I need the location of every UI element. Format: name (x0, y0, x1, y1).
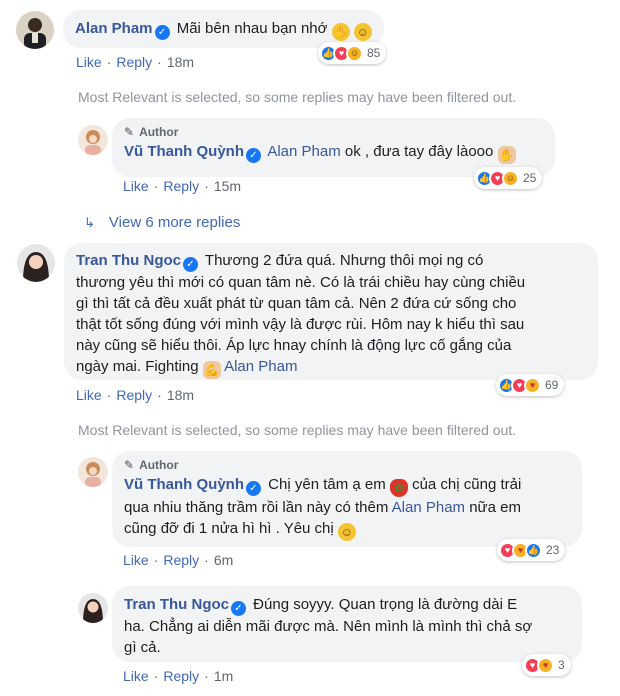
comment-text-line: gì thì tất cả đều xuất phát từ quan tâm … (76, 295, 517, 312)
view-more-replies-link[interactable]: ↳ View 6 more replies (84, 214, 240, 231)
author-badge: ✎ Author (124, 457, 570, 473)
comment-text-line: Thương 2 đứa quá. Nhưng thôi mọi ng có (204, 252, 484, 269)
filter-notice: Most Relevant is selected, so some repli… (78, 422, 517, 438)
comment-text-line: nữa em (469, 499, 521, 516)
like-link[interactable]: Like (123, 668, 149, 684)
reply-link[interactable]: Reply (163, 668, 199, 684)
comment-text-line: ngày mai. Fighting (76, 358, 199, 375)
author-badge: ✎ Author (124, 124, 543, 140)
comment-actions: Like · Reply · 18m (76, 54, 195, 70)
reaction-summary[interactable]: 👍 ♥ ♥ 69 (496, 374, 565, 396)
comment-text: Mãi bên nhau bạn nhớ (176, 20, 328, 37)
comment-text: ok , đưa tay đây làooo (344, 143, 494, 160)
mention-link[interactable]: Alan Pham (267, 143, 340, 160)
commenter-name[interactable]: Vũ Thanh Quỳnh (124, 143, 244, 160)
comment-text-line: Đúng soyyy. Quan trọng là đường dài E (253, 596, 518, 613)
comment-text-line: cũng đỡ đi 1 nửa hì hì . Yêu chị (124, 520, 334, 537)
mention-link[interactable]: Alan Pham (392, 499, 465, 516)
haha-reaction-icon: ☺ (502, 169, 519, 187)
grin-emoji-icon: ☺ (353, 23, 372, 41)
like-link[interactable]: Like (76, 387, 102, 403)
comment-text-line: gì cả. (124, 639, 161, 656)
reaction-summary[interactable]: ♥ ♥ 3 (522, 654, 571, 676)
commenter-name[interactable]: Tran Thu Ngoc (76, 252, 181, 269)
author-label: Author (139, 124, 179, 139)
author-label: Author (139, 457, 179, 472)
avatar-alan-pham[interactable] (16, 11, 54, 49)
reply-link[interactable]: Reply (116, 54, 152, 70)
reply-arrow-icon: ↳ (84, 214, 95, 230)
reaction-count: 23 (546, 543, 560, 557)
avatar-tran-thu-ngoc[interactable] (17, 244, 55, 282)
reply-actions: Like · Reply · 15m (123, 178, 242, 194)
care-reaction-icon: ♥ (524, 376, 541, 394)
reply-link[interactable]: Reply (163, 552, 199, 568)
kiss-emoji-icon: ☺ (337, 523, 356, 541)
reply-bubble: ✎ Author Vũ Thanh Quỳnh ✓ Chị yên tâm ạ em… (112, 451, 582, 547)
timestamp[interactable]: 18m (167, 387, 194, 403)
verified-check-icon: ✓ (183, 257, 198, 272)
comment-text-line: thật tốt sống đúng với mình vậy là được … (76, 316, 525, 333)
reply-bubble: Tran Thu Ngoc ✓ Đúng soyyy. Quan trọng là… (112, 586, 582, 662)
avatar-vu-thanh-quynh[interactable] (78, 125, 108, 155)
pencil-icon: ✎ (124, 124, 135, 139)
commenter-name[interactable]: Vũ Thanh Quỳnh (124, 476, 244, 493)
comment-text-line: qua nhiu thăng trầm rồi lần này có thêm (124, 499, 389, 516)
comment-text-line: thương yêu thì mới có quan tâm nè. Có là… (76, 274, 526, 291)
mention-link[interactable]: Alan Pham (224, 358, 297, 375)
like-reaction-icon: 👍 (525, 541, 542, 559)
reaction-count: 3 (558, 658, 565, 672)
reply-link[interactable]: Reply (163, 178, 199, 194)
avatar-tran-thu-ngoc[interactable] (78, 593, 108, 623)
view-more-label: View 6 more replies (108, 214, 241, 231)
haha-reaction-icon: ☺ (346, 44, 363, 62)
comment-bubble: Tran Thu Ngoc ✓ Thương 2 đứa quá. Nhưng t… (64, 243, 598, 380)
verified-check-icon: ✓ (231, 601, 246, 616)
commenter-name[interactable]: Alan Pham (75, 20, 153, 37)
comment-actions: Like · Reply · 18m (76, 387, 195, 403)
raised-hand-emoji-icon: ✋ (497, 146, 516, 164)
timestamp[interactable]: 18m (167, 54, 194, 70)
reply-actions: Like · Reply · 6m (123, 552, 234, 568)
timestamp[interactable]: 6m (214, 552, 233, 568)
flexed-biceps-emoji-icon: 💪 (202, 361, 221, 379)
like-link[interactable]: Like (76, 54, 102, 70)
reaction-count: 85 (367, 46, 381, 60)
commenter-name[interactable]: Tran Thu Ngoc (124, 596, 229, 613)
care-reaction-icon: ♥ (537, 656, 554, 674)
reply-actions: Like · Reply · 1m (123, 668, 234, 684)
strawberry-emoji-icon: ✿ (389, 479, 408, 497)
reaction-summary[interactable]: 👍 ♥ ☺ 25 (474, 167, 543, 189)
comment-text: Chị yên tâm ạ em (268, 476, 386, 493)
comment-text-line: này cũng sẽ hiểu thôi. Áp lực hnay chính… (76, 337, 512, 354)
handshake-emoji-icon: ✋ (331, 23, 350, 41)
reply-link[interactable]: Reply (116, 387, 152, 403)
reaction-summary[interactable]: 👍 ♥ ☺ 85 (318, 42, 387, 64)
reaction-count: 25 (523, 171, 537, 185)
reaction-summary[interactable]: ♥ ♥ 👍 23 (497, 539, 566, 561)
comment-text: của chị cũng trải (412, 476, 522, 493)
verified-check-icon: ✓ (246, 148, 261, 163)
avatar-vu-thanh-quynh[interactable] (78, 457, 108, 487)
verified-check-icon: ✓ (246, 481, 261, 496)
reaction-count: 69 (545, 378, 559, 392)
comment-text-line: ha. Chẳng ai diễn mãi được mà. Nên mình … (124, 618, 533, 635)
timestamp[interactable]: 1m (214, 668, 233, 684)
verified-check-icon: ✓ (154, 25, 170, 40)
like-link[interactable]: Like (123, 178, 149, 194)
pencil-icon: ✎ (124, 457, 135, 472)
filter-notice: Most Relevant is selected, so some repli… (78, 89, 517, 105)
like-link[interactable]: Like (123, 552, 149, 568)
timestamp[interactable]: 15m (214, 178, 241, 194)
